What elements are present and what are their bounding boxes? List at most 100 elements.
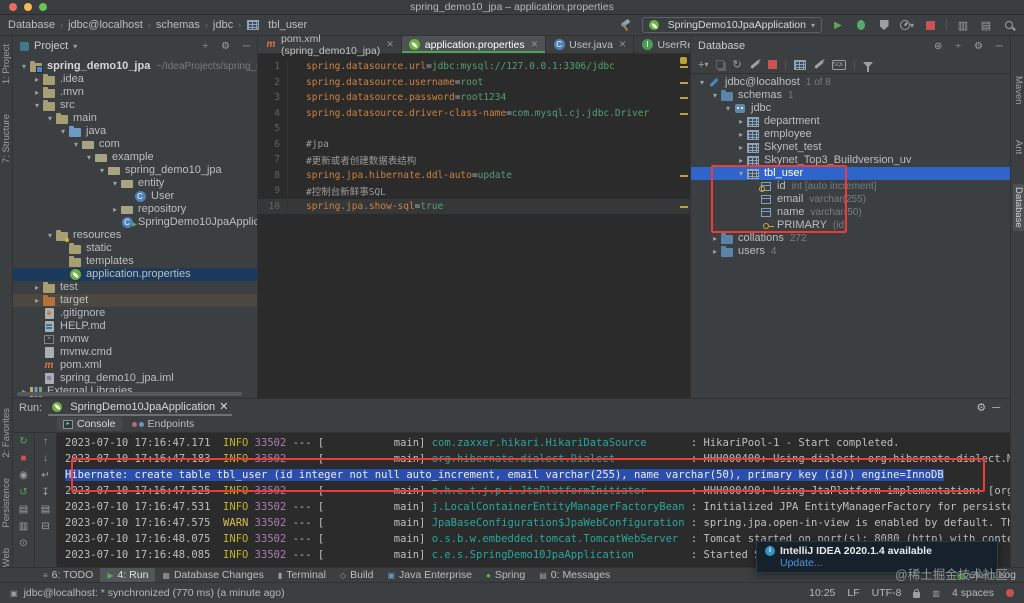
lock-icon[interactable]	[913, 588, 921, 598]
chevron-down-icon[interactable]: ▾	[45, 229, 55, 242]
database-item-schemas[interactable]: ▾ schemas 1	[691, 89, 1010, 102]
tool-stripe-favorites[interactable]: 2: Favorites	[1, 408, 12, 458]
database-item-skynet-top3-buildversion-uv[interactable]: ▸ Skynet_Top3_Buildversion_uv	[691, 154, 1010, 167]
chevron-down-icon[interactable]: ▾	[97, 164, 107, 177]
database-item-department[interactable]: ▸ department	[691, 115, 1010, 128]
tool-window-button-build[interactable]: ◇ Build	[333, 568, 381, 583]
run-view-tab-console[interactable]: ▸ Console	[57, 417, 122, 431]
editor-tab-pom-xml-spring-demo10-jpa[interactable]: m pom.xml (spring_demo10_jpa) ✕	[258, 33, 402, 57]
log-line[interactable]: 2023-07-10 17:16:47.531 INFO 33502 --- […	[65, 499, 1010, 515]
layout-icon[interactable]: ▥	[19, 521, 28, 533]
notification-dot-icon[interactable]	[1006, 589, 1014, 597]
profiler-icon[interactable]	[900, 20, 910, 30]
database-item-jdbc-localhost[interactable]: ▾ jdbc@localhost 1 of 8	[691, 76, 1010, 89]
chevron-down-icon[interactable]: ▾	[710, 89, 720, 102]
chevron-down-icon[interactable]: ▾	[723, 102, 733, 115]
run-view-tab-endpoints[interactable]: Endpoints	[126, 417, 201, 431]
breadcrumb-item-schemas[interactable]: schemas	[156, 19, 200, 31]
stop-button[interactable]	[925, 20, 935, 30]
project-item-main[interactable]: ▾ main	[13, 112, 257, 125]
tool-window-button-terminal[interactable]: ▮ Terminal	[271, 568, 333, 583]
close-icon[interactable]: ✕	[531, 39, 539, 50]
chevron-down-icon[interactable]: ▾	[45, 112, 55, 125]
database-item-tbl-user[interactable]: ▾ tbl_user	[691, 167, 1010, 180]
project-item-mvnw-cmd[interactable]: mvnw.cmd	[13, 346, 257, 359]
modify-table-icon[interactable]	[813, 60, 824, 69]
stop-icon[interactable]: ■	[20, 453, 26, 465]
log-line[interactable]: 2023-07-10 17:16:47.525 INFO 33502 --- […	[65, 483, 1010, 499]
soft-wrap-icon[interactable]: ↵	[41, 470, 49, 482]
terminal-window-icon[interactable]: ▤	[979, 18, 993, 32]
horizontal-scrollbar[interactable]	[17, 392, 242, 396]
project-item-com[interactable]: ▾ com	[13, 138, 257, 151]
chevron-right-icon[interactable]: ▸	[32, 86, 42, 99]
run-button[interactable]: ▶	[831, 18, 845, 32]
exit-icon[interactable]: ▤	[19, 504, 28, 516]
inspection-indicator-icon[interactable]	[680, 57, 687, 64]
chevron-right-icon[interactable]: ▸	[32, 281, 42, 294]
database-item-collations[interactable]: ▸ collations 272	[691, 232, 1010, 245]
chevron-down-icon[interactable]: ▾	[84, 151, 94, 164]
run-configuration-select[interactable]: SpringDemo10JpaApplication ▾	[641, 17, 822, 33]
breadcrumb-item-jdbc-localhost[interactable]: jdbc@localhost	[68, 19, 143, 31]
debug-icon[interactable]	[857, 20, 865, 30]
tool-windows-icon[interactable]: ▥	[956, 18, 970, 32]
close-icon[interactable]: ✕	[219, 400, 228, 413]
database-item-name[interactable]: name varchar(50)	[691, 206, 1010, 219]
project-item-test[interactable]: ▸ test	[13, 281, 257, 294]
project-item-spring-demo10-jpa-iml[interactable]: spring_demo10_jpa.iml	[13, 372, 257, 385]
tool-window-button-0-messages[interactable]: ▤ 0: Messages	[532, 568, 617, 583]
project-item-java[interactable]: ▾ java	[13, 125, 257, 138]
database-item-skynet-test[interactable]: ▸ Skynet_test	[691, 141, 1010, 154]
print-icon[interactable]: ▤	[41, 504, 50, 516]
status-icon[interactable]: ▣	[10, 589, 18, 598]
code-line[interactable]: 7 #更新或者创建数据表结构	[258, 152, 690, 168]
run-tab[interactable]: SpringDemo10JpaApplication ✕	[48, 399, 233, 416]
search-icon[interactable]	[1005, 21, 1013, 29]
web-help-icon[interactable]: ⊛	[934, 41, 942, 52]
rerun-icon[interactable]: ↻	[19, 436, 27, 448]
gear-icon[interactable]: ⚙	[221, 41, 230, 52]
tool-window-button-java-enterprise[interactable]: ▣ Java Enterprise	[380, 568, 479, 583]
code-line[interactable]: 8 spring.jpa.hibernate.ddl-auto=update	[258, 167, 690, 183]
project-item-spring-demo10-jpa[interactable]: ▾ spring_demo10_jpa ~/IdeaProjects/spring_…	[13, 60, 257, 73]
encoding[interactable]: UTF-8	[872, 587, 902, 599]
chevron-down-icon[interactable]: ▾	[110, 177, 120, 190]
tool-stripe-database[interactable]: Database	[1013, 184, 1024, 231]
project-item-target[interactable]: ▸ target	[13, 294, 257, 307]
up-stack-trace-icon[interactable]: ↑	[43, 436, 48, 448]
screen-reader-icon[interactable]: ▥	[932, 589, 940, 598]
down-stack-trace-icon[interactable]: ↓	[43, 453, 48, 465]
thread-dump-icon[interactable]: ◉	[19, 470, 28, 482]
restart-icon[interactable]: ↺	[19, 487, 27, 499]
tool-stripe-maven[interactable]: Maven	[1013, 76, 1024, 105]
tool-window-button-spring[interactable]: ● Spring	[479, 568, 532, 583]
hide-panel-icon[interactable]: ─	[992, 402, 1000, 414]
project-item-example[interactable]: ▾ example	[13, 151, 257, 164]
tool-stripe-ant[interactable]: Ant	[1013, 140, 1024, 154]
chevron-right-icon[interactable]: ▸	[736, 141, 746, 154]
editor[interactable]: 1 spring.datasource.url=jdbc:mysql://127.…	[258, 54, 690, 398]
database-item-users[interactable]: ▸ users 4	[691, 245, 1010, 258]
chevron-down-icon[interactable]: ▾	[19, 60, 29, 73]
project-item-resources[interactable]: ▾ resources	[13, 229, 257, 242]
tool-window-button-6-todo[interactable]: ≡ 6: TODO	[36, 568, 100, 583]
log-line[interactable]: 2023-07-10 17:16:47.575 WARN 33502 --- […	[65, 515, 1010, 531]
chevron-down-icon[interactable]: ▾	[71, 138, 81, 151]
tool-stripe-structure[interactable]: 7: Structure	[1, 114, 12, 163]
gear-icon[interactable]: ⚙	[974, 41, 983, 52]
chevron-right-icon[interactable]: ▸	[736, 115, 746, 128]
chevron-right-icon[interactable]: ▸	[736, 128, 746, 141]
tool-window-button-database-changes[interactable]: ▦ Database Changes	[155, 568, 270, 583]
coverage-icon[interactable]	[879, 20, 889, 30]
tool-stripe-project[interactable]: 1: Project	[1, 44, 12, 84]
code-line[interactable]: 6 #jpa	[258, 136, 690, 152]
open-table-icon[interactable]	[793, 59, 806, 70]
chevron-right-icon[interactable]: ▸	[736, 154, 746, 167]
build-hammer-icon[interactable]	[619, 19, 632, 32]
project-item-repository[interactable]: ▸ repository	[13, 203, 257, 216]
project-item-help-md[interactable]: HELP.md	[13, 320, 257, 333]
code-line[interactable]: 4 spring.datasource.driver-class-name=com…	[258, 105, 690, 121]
close-icon[interactable]: ✕	[386, 39, 394, 50]
chevron-right-icon[interactable]: ▸	[32, 73, 42, 86]
